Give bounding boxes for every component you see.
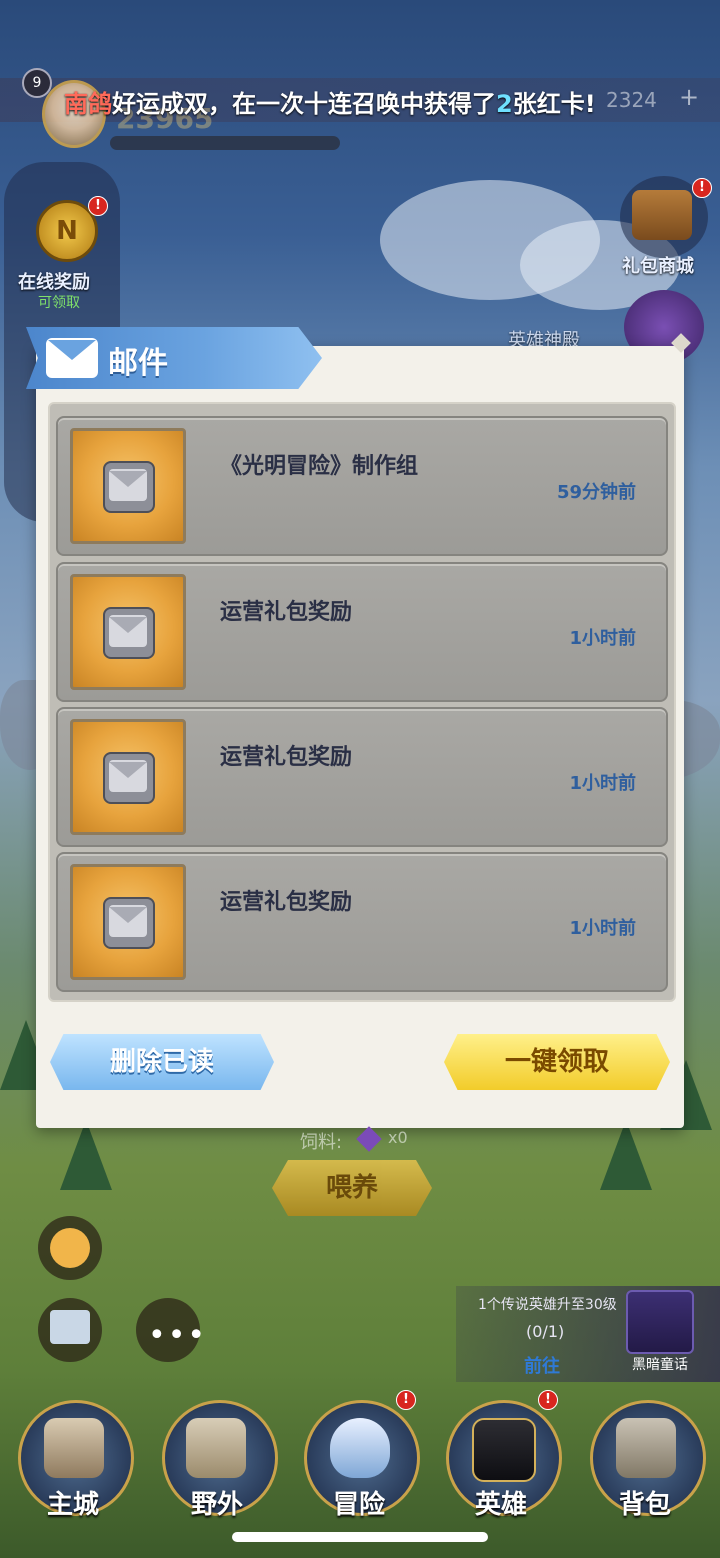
mail-thumbnail — [70, 574, 186, 690]
claim-all-button[interactable]: 一键领取 — [444, 1034, 670, 1090]
mail-thumbnail — [70, 719, 186, 835]
book-icon — [626, 1290, 694, 1354]
nav-label: 主城 — [46, 1490, 99, 1520]
envelope-icon — [103, 461, 155, 513]
nav-label: 英雄 — [474, 1490, 527, 1520]
nav-label: 野外 — [190, 1490, 243, 1520]
mail-title: 运营礼包奖励 — [220, 745, 353, 770]
plus-icon[interactable]: + — [678, 85, 700, 109]
gift-shop-label: 礼包商城 — [622, 256, 694, 277]
mail-time: 1小时前 — [569, 773, 636, 794]
backpack-icon — [616, 1418, 676, 1478]
envelope-icon — [103, 607, 155, 659]
notification-badge: ! — [396, 1390, 416, 1410]
chat-icon — [50, 1228, 90, 1268]
delete-read-button[interactable]: 删除已读 — [50, 1034, 274, 1090]
lock-icon — [186, 1418, 246, 1478]
quest-book-label: 黑暗童话 — [632, 1357, 688, 1373]
nav-label: 背包 — [618, 1490, 671, 1520]
mail-title: 运营礼包奖励 — [220, 600, 353, 625]
envelope-icon — [103, 752, 155, 804]
envelope-icon — [103, 897, 155, 949]
xp-bar — [110, 136, 340, 150]
mail-icon — [46, 338, 98, 378]
announcement-count: 2 — [496, 90, 513, 118]
helmet-icon — [472, 1418, 536, 1482]
mail-title: 《光明冒险》制作组 — [220, 454, 419, 479]
feed-gem-icon — [356, 1126, 382, 1152]
mail-item[interactable]: 《光明冒险》制作组 59分钟前 — [56, 416, 668, 556]
coin-icon: N — [56, 216, 78, 246]
shield-icon — [330, 1418, 390, 1478]
mail-time: 59分钟前 — [556, 482, 636, 503]
mail-thumbnail — [70, 428, 186, 544]
currency-value: 2324 — [606, 88, 657, 112]
notification-badge: ! — [692, 178, 712, 198]
mailbox-icon — [50, 1310, 90, 1344]
more-icon: ••• — [148, 1318, 208, 1353]
castle-icon — [44, 1418, 104, 1478]
player-level: 9 — [22, 68, 52, 98]
home-indicator[interactable] — [232, 1532, 488, 1542]
announcement-part-b: 张红卡! — [512, 90, 596, 118]
notification-badge: ! — [88, 196, 108, 216]
mail-item[interactable]: 运营礼包奖励 1小时前 — [56, 852, 668, 992]
quest-text: 1个传说英雄升至30级 — [478, 1297, 617, 1313]
announcement-player: 南鸽 — [64, 90, 112, 118]
mail-thumbnail — [70, 864, 186, 980]
announcement-part-a: 好运成双，在一次十连召唤中获得了 — [112, 90, 496, 118]
tree — [60, 1120, 112, 1190]
quest-progress: (0/1) — [526, 1322, 565, 1341]
feed-count: x0 — [388, 1128, 408, 1147]
shop-icon — [632, 190, 692, 240]
dialog-title: 邮件 — [108, 346, 168, 381]
notification-badge: ! — [538, 1390, 558, 1410]
feed-label: 饲料: — [300, 1132, 343, 1153]
online-reward-label: 在线奖励 — [18, 272, 90, 293]
mail-time: 1小时前 — [569, 628, 636, 649]
mail-time: 1小时前 — [569, 918, 636, 939]
mail-item[interactable]: 运营礼包奖励 1小时前 — [56, 707, 668, 847]
quest-go-link[interactable]: 前往 — [524, 1352, 560, 1378]
feed-button[interactable]: 喂养 — [272, 1160, 432, 1216]
tree — [600, 1120, 652, 1190]
online-reward-status: 可领取 — [38, 295, 80, 311]
mail-title: 运营礼包奖励 — [220, 890, 353, 915]
nav-label: 冒险 — [332, 1490, 385, 1520]
announcement-text: 南鸽好运成双，在一次十连召唤中获得了2张红卡! — [64, 84, 596, 119]
mail-item[interactable]: 运营礼包奖励 1小时前 — [56, 562, 668, 702]
